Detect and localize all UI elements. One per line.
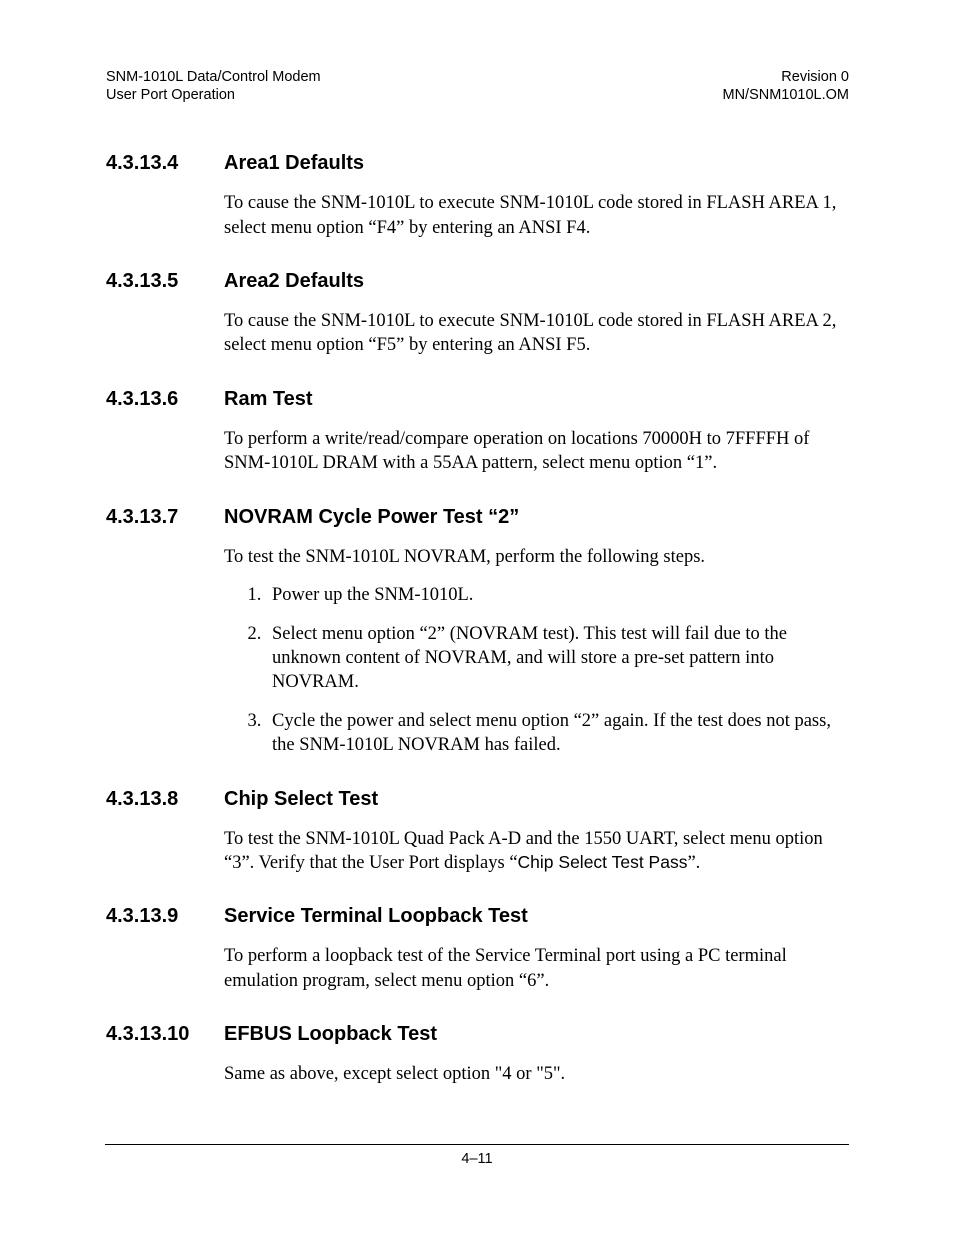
paragraph: To test the SNM-1010L Quad Pack A-D and … [224,827,849,876]
paragraph: To test the SNM-1010L NOVRAM, perform th… [224,545,849,569]
page-number: 4–11 [461,1151,492,1167]
section-ram-test: 4.3.13.6 Ram Test To perform a write/rea… [106,388,849,476]
section-number: 4.3.13.7 [106,506,224,529]
section-area1-defaults: 4.3.13.4 Area1 Defaults To cause the SNM… [106,152,849,240]
paragraph: To perform a write/read/compare operatio… [224,427,849,476]
paragraph: To cause the SNM-1010L to execute SNM-10… [224,191,849,240]
section-title: NOVRAM Cycle Power Test “2” [224,506,519,529]
section-heading: 4.3.13.7 NOVRAM Cycle Power Test “2” [106,506,849,529]
list-item: Select menu option “2” (NOVRAM test). Th… [266,622,849,695]
section-heading: 4.3.13.4 Area1 Defaults [106,152,849,175]
list-item: Power up the SNM-1010L. [266,583,849,607]
section-area2-defaults: 4.3.13.5 Area2 Defaults To cause the SNM… [106,270,849,358]
section-chip-select-test: 4.3.13.8 Chip Select Test To test the SN… [106,788,849,876]
header-right: Revision 0 MN/SNM1010L.OM [722,68,849,104]
section-title: Chip Select Test [224,788,378,811]
code-text: Chip Select Test Pass [518,852,688,872]
paragraph: To perform a loopback test of the Servic… [224,944,849,993]
section-heading: 4.3.13.9 Service Terminal Loopback Test [106,905,849,928]
paragraph-text: ”. [687,853,700,873]
header-left: SNM-1010L Data/Control Modem User Port O… [106,68,321,104]
section-title: Area2 Defaults [224,270,364,293]
section-heading: 4.3.13.10 EFBUS Loopback Test [106,1023,849,1046]
section-novram-cycle-power-test: 4.3.13.7 NOVRAM Cycle Power Test “2” To … [106,506,849,758]
header-right-line1: Revision 0 [722,68,849,86]
section-number: 4.3.13.5 [106,270,224,293]
section-heading: 4.3.13.5 Area2 Defaults [106,270,849,293]
paragraph: To cause the SNM-1010L to execute SNM-10… [224,309,849,358]
section-title: Ram Test [224,388,313,411]
running-header: SNM-1010L Data/Control Modem User Port O… [106,68,849,104]
section-title: Service Terminal Loopback Test [224,905,528,928]
section-number: 4.3.13.9 [106,905,224,928]
header-left-line1: SNM-1010L Data/Control Modem [106,68,321,86]
header-right-line2: MN/SNM1010L.OM [722,86,849,104]
header-left-line2: User Port Operation [106,86,321,104]
section-heading: 4.3.13.8 Chip Select Test [106,788,849,811]
section-number: 4.3.13.8 [106,788,224,811]
section-number: 4.3.13.4 [106,152,224,175]
section-title: Area1 Defaults [224,152,364,175]
page: SNM-1010L Data/Control Modem User Port O… [0,0,954,1235]
section-heading: 4.3.13.6 Ram Test [106,388,849,411]
ordered-list: Power up the SNM-1010L. Select menu opti… [224,583,849,757]
section-service-terminal-loopback-test: 4.3.13.9 Service Terminal Loopback Test … [106,905,849,993]
section-efbus-loopback-test: 4.3.13.10 EFBUS Loopback Test Same as ab… [106,1023,849,1086]
section-number: 4.3.13.6 [106,388,224,411]
list-item: Cycle the power and select menu option “… [266,709,849,758]
section-number: 4.3.13.10 [106,1023,224,1046]
section-title: EFBUS Loopback Test [224,1023,437,1046]
page-footer: 4–11 [105,1144,849,1167]
paragraph: Same as above, except select option "4 o… [224,1062,849,1086]
